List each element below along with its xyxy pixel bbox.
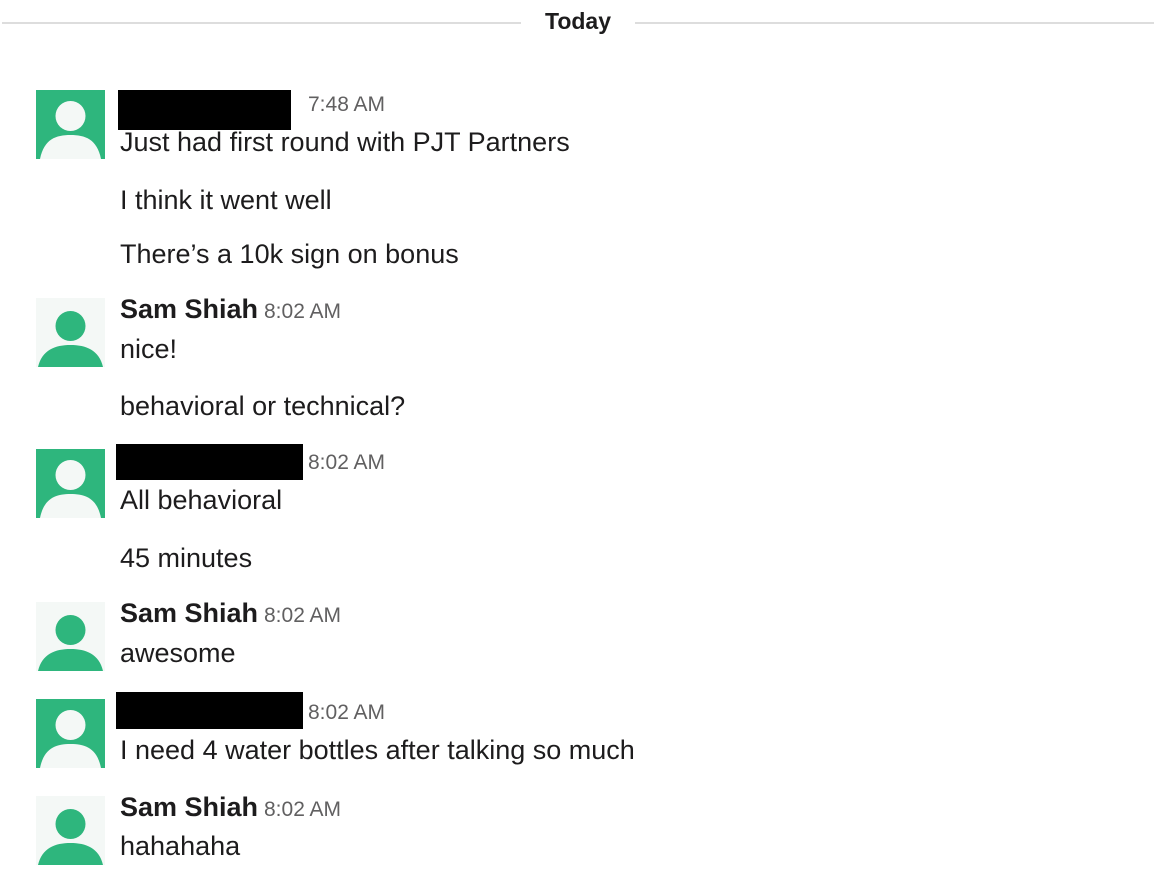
message-timestamp[interactable]: 8:02 AM [308,701,385,725]
message-text: behavioral or technical? [120,391,406,421]
message-text: 45 minutes [120,543,253,573]
divider-line-right [635,22,1154,24]
message-timestamp[interactable]: 8:02 AM [264,300,341,324]
message-text: nice! [120,334,178,364]
message-timestamp[interactable]: 8:02 AM [308,451,385,475]
user-silhouette-icon [36,298,105,367]
message-timestamp[interactable]: 7:48 AM [308,93,385,117]
date-divider: Today [0,0,1156,46]
avatar[interactable] [36,699,105,768]
message-timestamp[interactable]: 8:02 AM [264,604,341,628]
message-author[interactable]: Sam Shiah [120,598,258,629]
avatar[interactable] [36,449,105,518]
user-silhouette-icon [36,602,105,671]
message-text: There’s a 10k sign on bonus [120,239,459,269]
redacted-author-name [116,692,303,729]
divider-line-left [2,22,521,24]
message-text: awesome [120,638,236,668]
avatar[interactable] [36,90,105,159]
redacted-author-name [116,444,303,480]
message-text: I need 4 water bottles after talking so … [120,735,635,765]
user-silhouette-icon [36,90,105,159]
message-author[interactable]: Sam Shiah [120,792,258,823]
date-divider-label[interactable]: Today [521,8,635,35]
message-text: All behavioral [120,485,283,515]
message-text: hahahaha [120,831,241,861]
avatar[interactable] [36,298,105,367]
user-silhouette-icon [36,449,105,518]
avatar[interactable] [36,796,105,865]
redacted-author-name [118,90,291,130]
avatar[interactable] [36,602,105,671]
message-text: Just had first round with PJT Partners [120,127,570,157]
message-author[interactable]: Sam Shiah [120,294,258,325]
user-silhouette-icon [36,796,105,865]
user-silhouette-icon [36,699,105,768]
message-text: I think it went well [120,185,332,215]
message-timestamp[interactable]: 8:02 AM [264,798,341,822]
